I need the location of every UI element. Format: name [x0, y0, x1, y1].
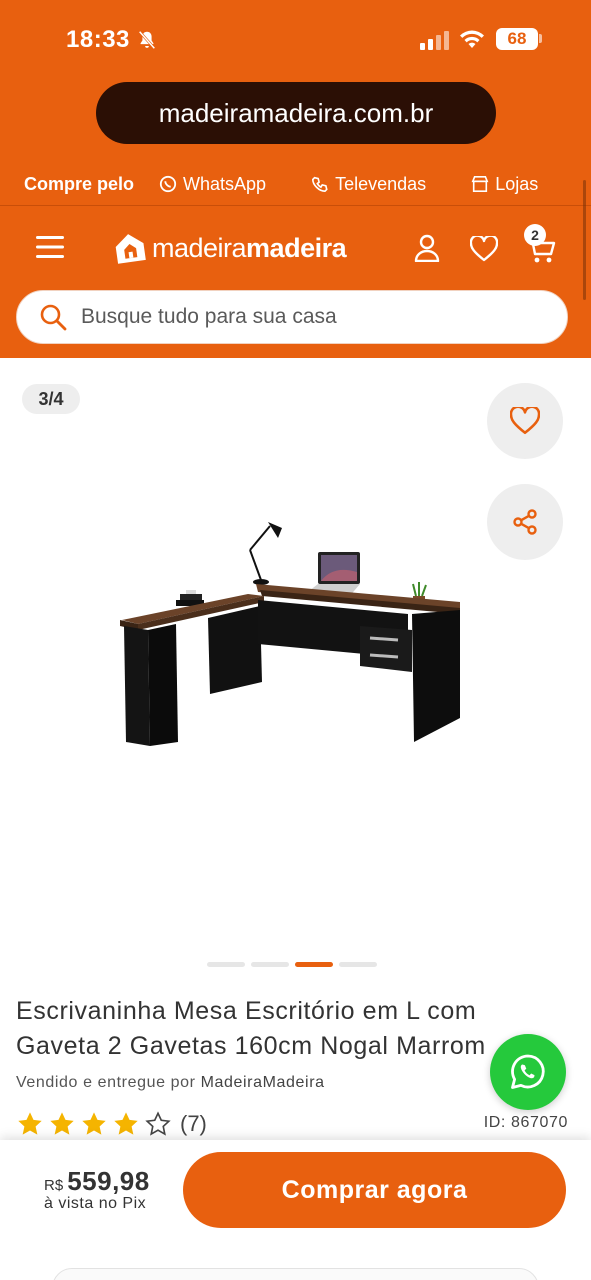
gallery-pagination: [207, 962, 377, 967]
store-icon: [471, 175, 489, 193]
desk-left-panel: [124, 626, 150, 746]
whatsapp-small-icon: [159, 175, 177, 193]
price-currency: R$: [44, 1177, 64, 1194]
cellular-signal-icon: [420, 31, 449, 50]
desk-right-panel: [412, 610, 460, 742]
contact-lojas[interactable]: Lojas: [471, 174, 558, 195]
star-filled-icon: [18, 1112, 42, 1135]
rating-stars[interactable]: (7): [16, 1110, 207, 1138]
review-count[interactable]: (7): [180, 1111, 207, 1137]
star-filled-icon: [82, 1112, 106, 1135]
books: [176, 590, 204, 606]
gallery-dot-2[interactable]: [251, 962, 289, 967]
cart-count-badge: 2: [524, 224, 546, 246]
star-filled-icon: [50, 1112, 74, 1135]
image-counter: 3/4: [22, 384, 80, 414]
logo-text-regular: madeira: [152, 232, 247, 263]
scroll-indicator: [583, 180, 586, 300]
search-bar[interactable]: [16, 290, 568, 344]
logo-text: madeiramadeira: [152, 232, 347, 264]
status-time: 18:33: [66, 26, 130, 53]
product-title: Escrivaninha Mesa Escritório em L com Ga…: [16, 997, 486, 1060]
user-account-icon[interactable]: [414, 234, 440, 262]
wifi-icon: [460, 30, 484, 48]
bottom-sheet-handle[interactable]: [52, 1268, 539, 1280]
logo-house-icon: [115, 234, 146, 264]
drawer-handle-top: [369, 636, 399, 642]
gallery-dot-3-active[interactable]: [295, 962, 333, 967]
desk-middle-panel: [208, 606, 262, 694]
phone-icon: [312, 176, 328, 193]
browser-url-bar[interactable]: madeiramadeira.com.br: [96, 82, 496, 144]
favorites-heart-icon[interactable]: [470, 236, 498, 262]
star-empty-icon: [145, 1111, 171, 1136]
drawer-handle-bottom: [369, 653, 399, 659]
price-block: R$ 559,98 à vista no Pix: [44, 1166, 150, 1213]
star-filled-icon: [114, 1112, 138, 1135]
search-input[interactable]: [81, 305, 501, 329]
seller-name[interactable]: MadeiraMadeira: [201, 1074, 325, 1091]
hamburger-menu-icon[interactable]: [36, 235, 64, 259]
seller-prefix: Vendido e entregue por: [16, 1074, 196, 1091]
bell-muted-icon: [138, 30, 156, 50]
price-payment-note: à vista no Pix: [44, 1195, 147, 1212]
gallery-dot-4[interactable]: [339, 962, 377, 967]
contact-whatsapp-label: WhatsApp: [183, 174, 267, 194]
share-button[interactable]: [487, 484, 563, 560]
status-bar: 18:33 68: [0, 0, 591, 78]
price-value: 559,98: [67, 1166, 150, 1196]
heart-icon: [510, 407, 540, 435]
seller-info: Vendido e entregue por MadeiraMadeira: [16, 1074, 325, 1092]
whatsapp-icon: [511, 1054, 545, 1089]
share-icon: [513, 509, 537, 535]
gallery-dot-1[interactable]: [207, 962, 245, 967]
desk-lamp: [249, 522, 282, 585]
product-id: ID: 867070: [483, 1114, 568, 1131]
favorite-button[interactable]: [487, 383, 563, 459]
product-image-l-shaped-desk[interactable]: [108, 510, 478, 760]
contact-televendas[interactable]: Televendas: [311, 174, 446, 195]
search-icon: [40, 304, 67, 331]
logo-text-bold: madeira: [246, 232, 347, 263]
contact-lead: Compre pelo: [24, 174, 135, 194]
madeiramadeira-logo[interactable]: madeiramadeira: [114, 230, 347, 266]
contact-whatsapp[interactable]: WhatsApp: [159, 174, 286, 195]
drawer-unit: [360, 626, 412, 672]
buy-now-button[interactable]: Comprar agora: [183, 1152, 566, 1228]
whatsapp-floating-button[interactable]: [490, 1034, 566, 1110]
contact-televendas-label: Televendas: [335, 174, 427, 194]
battery-tip: [539, 34, 542, 43]
desk-left-panel-side: [148, 624, 178, 746]
buy-bar: R$ 559,98 à vista no Pix Comprar agora: [0, 1140, 591, 1280]
contact-lojas-label: Lojas: [495, 174, 539, 194]
contact-strip: Compre pelo WhatsApp Televendas Lojas: [0, 168, 591, 206]
battery-indicator: 68: [496, 28, 538, 50]
